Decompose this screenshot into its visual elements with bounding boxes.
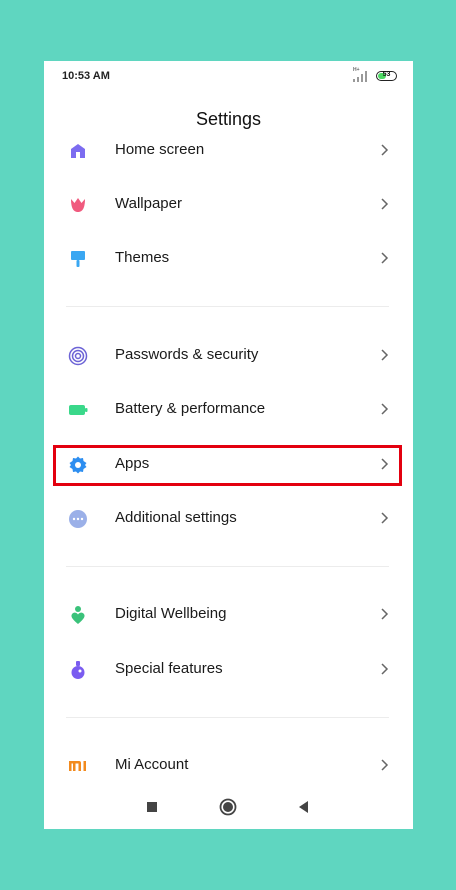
page-title: Settings — [195, 109, 262, 129]
settings-item-special-features[interactable]: Special features — [44, 642, 413, 696]
settings-item-label: Wallpaper — [115, 195, 182, 212]
paintbrush-icon — [71, 251, 85, 267]
settings-item-mi-account[interactable]: Mi Account — [44, 738, 413, 784]
settings-item-label: Home screen — [115, 141, 205, 158]
status-time: 10:53 AM — [62, 70, 110, 82]
settings-item-label: Additional settings — [115, 509, 237, 526]
settings-item-label: Mi Account — [115, 756, 189, 773]
navigation-bar — [44, 784, 413, 829]
flask-icon — [71, 661, 85, 679]
chevron-right-icon — [381, 252, 389, 264]
section-divider — [66, 717, 389, 718]
settings-item-wallpaper[interactable]: Wallpaper — [44, 177, 413, 231]
chevron-right-icon — [381, 512, 389, 524]
person-heart-icon — [71, 606, 85, 624]
network-type: H+ — [353, 67, 360, 73]
mi-logo-icon — [69, 761, 86, 771]
battery-percent: 53 — [382, 71, 391, 78]
chevron-right-icon — [381, 349, 389, 361]
signal-icon: H+ — [353, 67, 369, 82]
battery-icon: 53 — [376, 71, 397, 81]
settings-item-label: Battery & performance — [115, 400, 266, 417]
settings-item-passwords-security[interactable]: Passwords & security — [44, 328, 413, 382]
settings-item-label: Passwords & security — [115, 346, 259, 363]
back-button[interactable] — [292, 795, 316, 819]
settings-item-label: Themes — [115, 249, 170, 266]
home-icon — [71, 144, 85, 158]
section-divider — [66, 566, 389, 567]
settings-item-label: Special features — [115, 660, 223, 677]
home-button[interactable] — [216, 795, 240, 819]
chevron-right-icon — [381, 144, 389, 156]
settings-item-additional-settings[interactable]: Additional settings — [44, 491, 413, 545]
status-bar: 10:53 AM H+ 53 — [44, 61, 413, 91]
settings-item-digital-wellbeing[interactable]: Digital Wellbeing — [44, 587, 413, 641]
chevron-right-icon — [381, 663, 389, 675]
fingerprint-icon — [68, 346, 88, 366]
recents-button[interactable] — [140, 795, 164, 819]
settings-item-label: Digital Wellbeing — [115, 605, 227, 622]
chevron-right-icon — [381, 403, 389, 415]
apps-highlight-box — [53, 445, 402, 486]
settings-item-themes[interactable]: Themes — [44, 231, 413, 285]
settings-item-home-screen[interactable]: Home screen — [44, 139, 413, 177]
battery-icon — [69, 405, 88, 415]
chevron-right-icon — [381, 759, 389, 771]
chevron-right-icon — [381, 608, 389, 620]
settings-item-battery-performance[interactable]: Battery & performance — [44, 382, 413, 436]
tulip-icon — [71, 198, 85, 212]
phone-screen: 10:53 AM H+ 53 Settings Home screen Wall… — [44, 61, 413, 829]
chevron-right-icon — [381, 198, 389, 210]
more-dots-icon — [69, 510, 87, 528]
section-divider — [66, 306, 389, 307]
